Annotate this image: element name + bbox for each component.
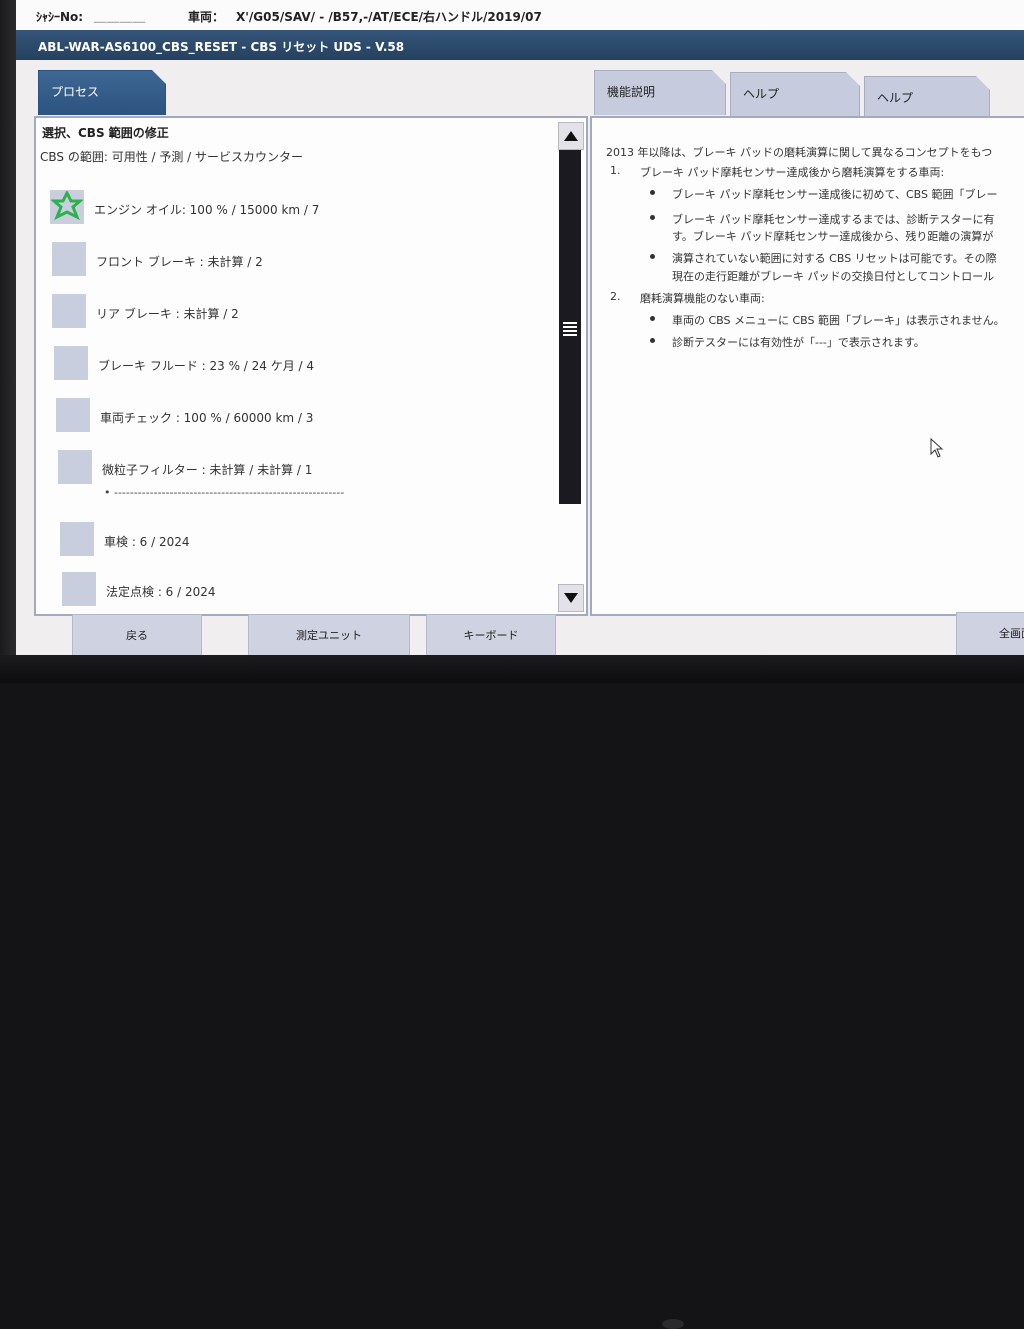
cbs-item-tile[interactable] xyxy=(58,450,92,484)
help-bullet-5: 診断テスターには有効性が「---」で表示されます。 xyxy=(672,336,925,349)
window-title: ABL-WAR-AS6100_CBS_RESET - CBS リセット UDS … xyxy=(38,40,405,54)
back-button[interactable]: 戻る xyxy=(72,614,202,655)
cbs-item-tile[interactable] xyxy=(54,346,88,380)
help-bullet-4: 車両の CBS メニューに CBS 範囲「ブレーキ」は表示されません。 xyxy=(672,314,1005,327)
vehicle-label: 車両： xyxy=(188,10,225,24)
grip-icon xyxy=(563,320,577,338)
tab-function-description-label: 機能説明 xyxy=(607,85,656,99)
cbs-item-tile[interactable] xyxy=(50,190,84,224)
cbs-item-tile[interactable] xyxy=(62,572,96,606)
cbs-item-label: 法定点検 : 6 / 2024 xyxy=(106,585,216,599)
help-bullet-3b: 現在の走行距離がブレーキ パッドの交換日付としてコントロール xyxy=(672,270,995,283)
vin-value: ＿＿＿＿ xyxy=(94,10,147,24)
measurement-unit-button[interactable]: 測定ユニット xyxy=(248,614,410,655)
help-bullet-2b: す。ブレーキ パッド摩耗センサー達成後から、残り距離の演算が xyxy=(672,230,994,243)
fullscreen-button[interactable]: 全画面 xyxy=(956,612,1024,655)
fullscreen-label: 全画面 xyxy=(999,627,1024,640)
bullet-icon xyxy=(650,215,655,220)
scroll-down-button[interactable] xyxy=(558,584,584,612)
help-text-panel: 2013 年以降は、ブレーキ パッドの磨耗演算に関して異なるコンセプトをもつ 1… xyxy=(590,116,1024,616)
screen: ｼｬｼｰNo: ＿＿＿＿ 車両： X'/G05/SAV/ - /B57,-/AT… xyxy=(0,0,1024,655)
cbs-item-tile[interactable] xyxy=(56,398,90,432)
cbs-item-label: 車両チェック : 100 % / 60000 km / 3 xyxy=(100,411,314,425)
monitor-bezel-left xyxy=(0,0,16,655)
cbs-item-tile[interactable] xyxy=(52,242,86,276)
star-icon xyxy=(51,191,83,221)
tab-help-2[interactable]: ヘルプ xyxy=(864,76,990,117)
title-bar: ABL-WAR-AS6100_CBS_RESET - CBS リセット UDS … xyxy=(16,30,1024,60)
scrollbar[interactable] xyxy=(556,118,584,614)
bullet-icon xyxy=(650,338,655,343)
cbs-selection-panel: 選択、CBS 範囲の修正 CBS の範囲: 可用性 / 予測 / サービスカウン… xyxy=(34,116,588,616)
help-item-1-number: 1. xyxy=(610,164,621,177)
help-bullet-1: ブレーキ パッド摩耗センサー達成後に初めて、CBS 範囲「ブレー xyxy=(672,188,998,201)
tab-help-2-label: ヘルプ xyxy=(877,91,914,105)
vehicle-value: X'/G05/SAV/ - /B57,-/AT/ECE/右ハンドル/2019/0… xyxy=(236,10,542,24)
tab-help-1-label: ヘルプ xyxy=(743,87,780,101)
header-bar: ｼｬｼｰNo: ＿＿＿＿ 車両： X'/G05/SAV/ - /B57,-/AT… xyxy=(16,0,1024,31)
tab-process-label: プロセス xyxy=(51,85,100,99)
help-bullet-2a: ブレーキ パッド摩耗センサー達成するまでは、診断テスターに有 xyxy=(672,213,995,226)
keyboard-button[interactable]: キーボード xyxy=(426,614,556,655)
cbs-item-label: フロント ブレーキ : 未計算 / 2 xyxy=(96,255,263,269)
cbs-item-label: ブレーキ フルード : 23 % / 24 ケ月 / 4 xyxy=(98,359,315,373)
tab-help-1[interactable]: ヘルプ xyxy=(730,72,860,117)
bullet-icon xyxy=(650,316,655,321)
cbs-item-label: リア ブレーキ : 未計算 / 2 xyxy=(96,307,239,321)
bullet-icon xyxy=(650,190,655,195)
help-item-2-text: 磨耗演算機能のない車両: xyxy=(640,292,765,305)
scroll-up-button[interactable] xyxy=(558,122,584,150)
help-bullet-3a: 演算されていない範囲に対する CBS リセットは可能です。その際 xyxy=(672,252,997,265)
cbs-item-tile[interactable] xyxy=(60,522,94,556)
separator-line: • --------------------------------------… xyxy=(104,486,345,499)
cbs-item-label: 微粒子フィルター : 未計算 / 未計算 / 1 xyxy=(102,463,313,477)
monitor-bezel-bottom xyxy=(0,655,1024,1329)
tab-function-description[interactable]: 機能説明 xyxy=(594,70,726,115)
bullet-icon xyxy=(650,254,655,259)
help-item-2-number: 2. xyxy=(610,290,621,303)
vin-label: ｼｬｼｰNo: xyxy=(36,10,84,24)
panel-title: 選択、CBS 範囲の修正 xyxy=(42,126,169,140)
scroll-thumb[interactable] xyxy=(559,150,581,504)
help-intro: 2013 年以降は、ブレーキ パッドの磨耗演算に関して異なるコンセプトをもつ xyxy=(606,146,993,159)
logo-icon xyxy=(662,1319,684,1329)
cbs-item-label: 車検 : 6 / 2024 xyxy=(104,535,190,549)
tab-process[interactable]: プロセス xyxy=(38,70,166,115)
arrow-up-icon xyxy=(564,131,578,141)
arrow-down-icon xyxy=(564,593,578,603)
help-item-1-text: ブレーキ パッド摩耗センサー達成後から磨耗演算をする車両: xyxy=(640,166,945,179)
mouse-cursor-icon xyxy=(930,438,944,458)
cbs-item-label: エンジン オイル: 100 % / 15000 km / 7 xyxy=(94,203,320,217)
panel-subtitle: CBS の範囲: 可用性 / 予測 / サービスカウンター xyxy=(40,150,304,164)
cbs-item-tile[interactable] xyxy=(52,294,86,328)
